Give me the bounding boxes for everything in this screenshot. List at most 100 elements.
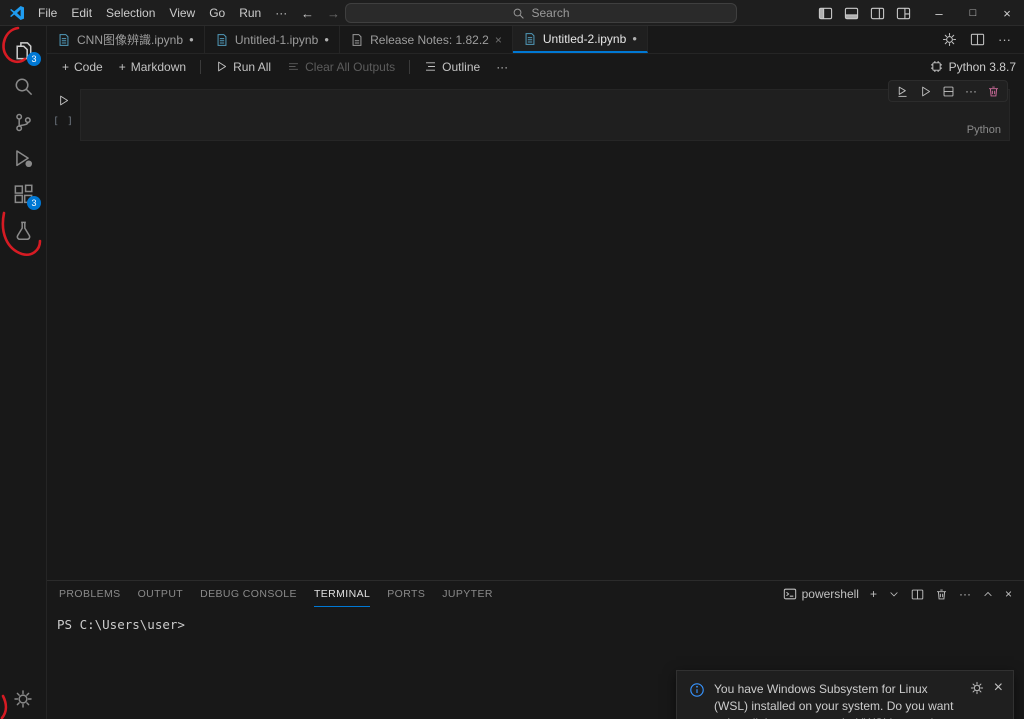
panel-tab-output[interactable]: OUTPUT	[138, 581, 184, 607]
menu-go[interactable]: Go	[202, 4, 232, 22]
kill-terminal-trash-icon[interactable]	[935, 588, 948, 601]
notebook-settings-gear-icon[interactable]	[942, 32, 957, 47]
tab-untitled-1[interactable]: Untitled-1.ipynb ●	[204, 26, 341, 53]
chevron-down-icon[interactable]	[888, 588, 900, 600]
notification-message: You have Windows Subsystem for Linux (WS…	[714, 682, 954, 719]
outline-button[interactable]: Outline	[417, 58, 487, 76]
terminal-icon	[783, 588, 796, 600]
clear-all-outputs-button[interactable]: Clear All Outputs	[280, 58, 402, 76]
add-code-label: Code	[74, 59, 103, 74]
tab-label: Untitled-1.ipynb	[234, 32, 319, 47]
toolbar-more-button[interactable]: ···	[489, 58, 515, 76]
activity-explorer[interactable]: 3	[0, 32, 46, 68]
divider	[200, 59, 202, 74]
activity-bar: 3 3	[0, 26, 47, 719]
toggle-panel-icon[interactable]	[840, 6, 862, 21]
split-cell-icon[interactable]	[942, 85, 955, 98]
menu-selection[interactable]: Selection	[99, 4, 162, 22]
code-cell-input[interactable]: Python	[80, 89, 1010, 141]
cell-language-picker[interactable]: Python	[967, 124, 1001, 136]
divider	[409, 59, 411, 74]
minimize-button[interactable]: –	[922, 0, 956, 26]
tab-bar: CNN图像辨識.ipynb ● Untitled-1.ipynb ● Relea…	[47, 26, 1024, 54]
menu-more[interactable]: ···	[268, 4, 294, 22]
extensions-badge: 3	[27, 196, 41, 210]
kernel-icon	[930, 60, 942, 73]
kernel-picker[interactable]: Python 3.8.7	[930, 60, 1016, 74]
dirty-indicator[interactable]: ●	[324, 35, 329, 44]
plus-icon: +	[118, 59, 126, 74]
menu-run[interactable]: Run	[232, 4, 268, 22]
toggle-sidebar-icon[interactable]	[814, 6, 836, 21]
maximize-button[interactable]: □	[956, 0, 990, 26]
tab-label: Untitled-2.ipynb	[542, 31, 627, 46]
activity-extensions[interactable]: 3	[0, 176, 46, 212]
beaker-icon	[16, 221, 30, 240]
outline-label: Outline	[442, 59, 481, 74]
dirty-indicator[interactable]: ●	[632, 34, 637, 43]
panel-actions: powershell + ··· ×	[783, 581, 1012, 607]
panel-more-icon[interactable]: ···	[959, 587, 971, 601]
notification-close-icon[interactable]: ×	[994, 679, 1003, 697]
search-icon	[15, 78, 32, 95]
notebook-cell: [ ] Python	[47, 89, 1024, 141]
close-tab-icon[interactable]: ×	[495, 33, 502, 47]
customize-layout-icon[interactable]	[892, 6, 914, 21]
activity-search[interactable]	[0, 68, 46, 104]
tab-cnn-notebook[interactable]: CNN图像辨識.ipynb ●	[47, 26, 205, 53]
outline-icon	[426, 62, 436, 71]
run-by-line-icon[interactable]	[896, 85, 909, 98]
cell-toolbar: ···	[888, 80, 1008, 102]
tab-label: Release Notes: 1.82.2	[370, 32, 489, 47]
toggle-secondary-sidebar-icon[interactable]	[866, 6, 888, 21]
activity-source-control[interactable]	[0, 104, 46, 140]
panel-tab-jupyter[interactable]: JUPYTER	[442, 581, 493, 607]
split-editor-icon[interactable]	[970, 32, 985, 47]
editor-more-icon[interactable]: ···	[998, 32, 1011, 47]
terminal-prompt: PS C:\Users\user>	[57, 617, 185, 632]
activity-settings[interactable]	[0, 681, 46, 717]
run-cell-icon[interactable]	[57, 94, 70, 107]
run-all-label: Run All	[233, 59, 272, 74]
panel-tab-debug-console[interactable]: DEBUG CONSOLE	[200, 581, 297, 607]
add-code-cell-button[interactable]: + Code	[55, 58, 110, 76]
menu-file[interactable]: File	[31, 4, 64, 22]
maximize-panel-chevron-up-icon[interactable]	[982, 588, 994, 600]
activity-run-debug[interactable]	[0, 140, 46, 176]
back-arrow-icon[interactable]: ←	[301, 6, 314, 21]
notification-settings-gear-icon[interactable]	[970, 681, 984, 695]
menu-view[interactable]: View	[162, 4, 202, 22]
dirty-indicator[interactable]: ●	[189, 35, 194, 44]
notebook-file-icon	[525, 32, 535, 45]
titlebar: File Edit Selection View Go Run ··· ← → …	[0, 0, 1024, 26]
file-icon	[352, 33, 362, 46]
search-icon	[514, 8, 525, 19]
clear-outputs-label: Clear All Outputs	[305, 59, 396, 74]
vscode-logo-icon	[9, 5, 25, 21]
editor-group: CNN图像辨識.ipynb ● Untitled-1.ipynb ● Relea…	[47, 26, 1024, 719]
command-center-search[interactable]: Search	[345, 3, 737, 23]
new-terminal-icon[interactable]: +	[870, 587, 877, 601]
delete-cell-trash-icon[interactable]	[987, 85, 1000, 98]
panel-tab-terminal[interactable]: TERMINAL	[313, 581, 371, 607]
panel-tab-problems[interactable]: PROBLEMS	[59, 581, 121, 607]
activity-testing[interactable]	[0, 212, 46, 248]
plus-icon: +	[62, 59, 70, 74]
tab-untitled-2[interactable]: Untitled-2.ipynb ●	[512, 26, 649, 53]
debug-cell-icon[interactable]	[919, 85, 932, 98]
wsl-notification-toast: You have Windows Subsystem for Linux (WS…	[676, 670, 1014, 719]
run-all-button[interactable]: Run All	[208, 58, 278, 76]
cell-more-icon[interactable]: ···	[965, 84, 977, 98]
forward-arrow-icon[interactable]: →	[327, 6, 340, 21]
vscode-window: File Edit Selection View Go Run ··· ← → …	[0, 0, 1024, 719]
close-panel-icon[interactable]: ×	[1005, 587, 1012, 601]
add-markdown-cell-button[interactable]: + Markdown	[112, 58, 193, 76]
source-control-icon	[15, 113, 31, 131]
add-markdown-label: Markdown	[130, 59, 187, 74]
split-terminal-icon[interactable]	[911, 588, 924, 601]
shell-selector[interactable]: powershell	[783, 587, 859, 601]
close-button[interactable]: ×	[990, 0, 1024, 26]
tab-release-notes[interactable]: Release Notes: 1.82.2 ×	[340, 26, 513, 53]
panel-tab-ports[interactable]: PORTS	[387, 581, 425, 607]
menu-edit[interactable]: Edit	[64, 4, 99, 22]
